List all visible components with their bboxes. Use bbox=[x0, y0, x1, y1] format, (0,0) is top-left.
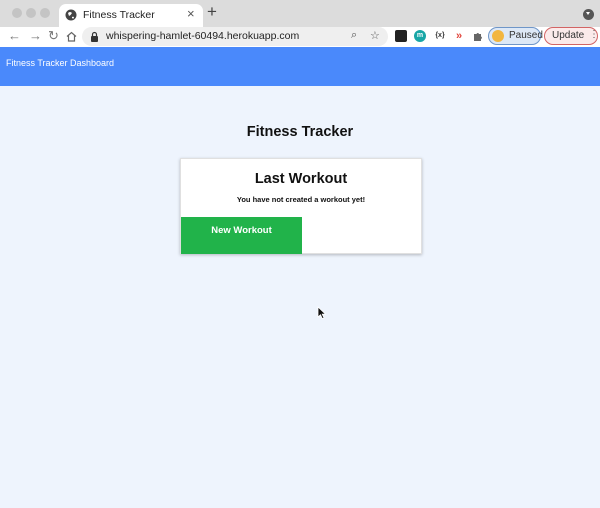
page-content: Fitness Tracker Last Workout You have no… bbox=[0, 86, 600, 508]
extension-braces-icon[interactable]: {x} bbox=[432, 30, 448, 42]
navbar-brand-link[interactable]: Fitness Tracker Dashboard bbox=[6, 58, 114, 68]
new-workout-button[interactable]: New Workout bbox=[181, 217, 302, 254]
browser-tab-bar: Fitness Tracker × + bbox=[0, 0, 600, 27]
extension-box-icon[interactable] bbox=[395, 30, 407, 42]
forward-button[interactable]: → bbox=[29, 28, 42, 44]
empty-workout-message: You have not created a workout yet! bbox=[236, 195, 366, 204]
bookmark-star-icon[interactable]: ☆ bbox=[370, 29, 380, 42]
site-navbar: Fitness Tracker Dashboard bbox=[0, 47, 600, 86]
lock-icon[interactable] bbox=[90, 31, 99, 42]
reload-button[interactable]: ↻ bbox=[48, 28, 59, 44]
new-tab-button[interactable]: + bbox=[207, 3, 217, 21]
browser-toolbar: ← → ↻ whispering-hamlet-60494.herokuapp.… bbox=[0, 27, 600, 47]
update-label: Update bbox=[552, 30, 585, 41]
avatar bbox=[492, 30, 504, 42]
tab-title: Fitness Tracker bbox=[83, 9, 155, 21]
puzzle-icon[interactable] bbox=[472, 30, 484, 42]
tab-search-icon[interactable] bbox=[583, 9, 594, 20]
globe-icon bbox=[65, 9, 77, 21]
home-icon[interactable] bbox=[66, 31, 77, 42]
card-title: Last Workout bbox=[254, 171, 348, 187]
search-icon[interactable]: ⌕ bbox=[351, 29, 357, 42]
mouse-pointer-icon bbox=[317, 306, 327, 320]
zoom-window-dot[interactable] bbox=[40, 8, 50, 18]
extension-m-icon[interactable]: m bbox=[414, 30, 426, 42]
new-workout-label: New Workout bbox=[211, 225, 272, 236]
minimize-window-dot[interactable] bbox=[26, 8, 36, 18]
close-tab-icon[interactable]: × bbox=[187, 7, 195, 21]
profile-status: Paused bbox=[509, 30, 543, 41]
url-text[interactable]: whispering-hamlet-60494.herokuapp.com bbox=[106, 30, 299, 42]
extension-arrow-icon[interactable]: » bbox=[453, 30, 465, 42]
close-window-dot[interactable] bbox=[12, 8, 22, 18]
update-button[interactable]: Update ⋮ bbox=[544, 27, 599, 45]
back-button[interactable]: ← bbox=[8, 28, 21, 44]
last-workout-card: Last Workout You have not created a work… bbox=[180, 158, 422, 254]
kebab-menu-icon[interactable]: ⋮ bbox=[589, 29, 599, 40]
profile-button[interactable]: Paused bbox=[488, 27, 543, 45]
address-bar[interactable]: whispering-hamlet-60494.herokuapp.com ⌕ … bbox=[82, 27, 388, 46]
browser-tab[interactable]: Fitness Tracker × bbox=[59, 4, 203, 27]
page-title: Fitness Tracker bbox=[246, 124, 354, 140]
